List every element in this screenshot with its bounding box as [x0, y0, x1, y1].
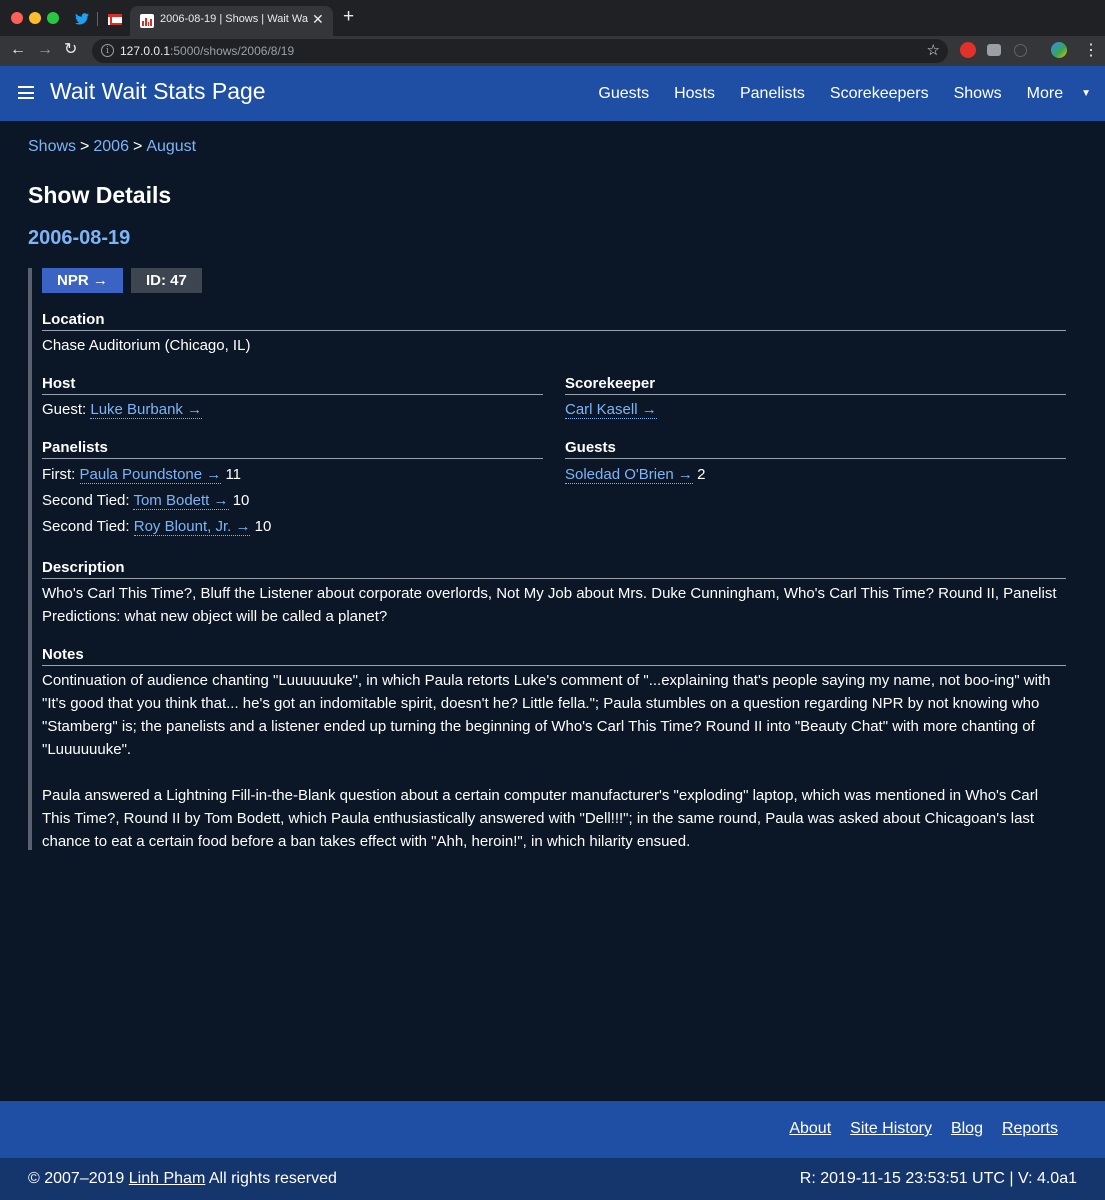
scorekeeper-section: Scorekeeper Carl Kasell →: [565, 375, 1066, 421]
description-text: Who's Carl This Time?, Bluff the Listene…: [42, 585, 1057, 625]
host-section: Host Guest: Luke Burbank →: [42, 375, 543, 421]
forward-arrow-icon[interactable]: →: [37, 39, 53, 61]
main-nav: Guests Hosts Panelists Scorekeepers Show…: [573, 66, 1091, 121]
footer-nav: About Site History Blog Reports: [0, 1101, 1105, 1158]
footer-blog-link[interactable]: Blog: [951, 1120, 983, 1138]
panelist-name-link[interactable]: Roy Blount, Jr. →: [133, 518, 251, 536]
maximize-window-button[interactable]: [47, 12, 59, 24]
panelist-row: Second Tied: Tom Bodett → 10: [42, 492, 250, 510]
site-title[interactable]: Wait Wait Stats Page: [50, 78, 266, 105]
owner-link[interactable]: Linh Pham: [129, 1170, 206, 1187]
nav-panelists[interactable]: Panelists: [740, 85, 805, 103]
info-extension-icon[interactable]: [1014, 44, 1027, 57]
guest-name-link[interactable]: Soledad O'Brien →: [565, 466, 693, 484]
browser-menu-icon[interactable]: ⋮: [1083, 40, 1099, 60]
nav-more[interactable]: More: [1027, 85, 1063, 103]
description-label: Description: [42, 559, 1066, 579]
host-value: Guest: Luke Burbank →: [42, 401, 203, 419]
address-bar[interactable]: i 127.0.0.1:5000/shows/2006/8/19 ☆: [92, 39, 948, 63]
camera-extension-icon[interactable]: [987, 44, 1001, 56]
scorekeeper-name-link[interactable]: Carl Kasell →: [565, 401, 657, 419]
site-info-icon[interactable]: i: [101, 44, 114, 57]
footer-about-link[interactable]: About: [789, 1120, 831, 1138]
panelist-row: Second Tied: Roy Blount, Jr. → 10: [42, 518, 272, 536]
breadcrumb: Shows >2006 > August: [28, 138, 196, 156]
profile-avatar[interactable]: [1051, 42, 1067, 58]
twitter-pinned-tab-icon[interactable]: [73, 10, 91, 28]
description-section: Description Who's Carl This Time?, Bluff…: [42, 559, 1066, 628]
extension-red-icon[interactable]: [960, 42, 976, 58]
close-window-button[interactable]: [11, 12, 23, 24]
breadcrumb-month[interactable]: August: [146, 138, 196, 155]
footer-site-history-link[interactable]: Site History: [850, 1120, 932, 1138]
active-tab[interactable]: 2006-08-19 | Shows | Wait Wait ✕: [130, 6, 333, 36]
notes-label: Notes: [42, 646, 1066, 666]
nav-shows[interactable]: Shows: [954, 85, 1002, 103]
back-arrow-icon[interactable]: ←: [10, 39, 26, 61]
minimize-window-button[interactable]: [29, 12, 41, 24]
site-header: Wait Wait Stats Page Guests Hosts Paneli…: [0, 66, 1105, 121]
reload-icon[interactable]: ↻: [64, 39, 77, 61]
panelists-section: Panelists First: Paula Poundstone → 11 S…: [42, 439, 543, 540]
page-title: Show Details: [28, 182, 172, 208]
panelist-name-link[interactable]: Paula Poundstone →: [79, 466, 222, 484]
scorekeeper-label: Scorekeeper: [565, 375, 1066, 395]
nav-hosts[interactable]: Hosts: [674, 85, 715, 103]
bookmark-star-icon[interactable]: ☆: [927, 41, 940, 59]
tab-title: 2006-08-19 | Shows | Wait Wait: [160, 13, 308, 25]
host-label: Host: [42, 375, 543, 395]
panelists-label: Panelists: [42, 439, 543, 459]
new-tab-button[interactable]: +: [343, 7, 354, 27]
location-value: Chase Auditorium (Chicago, IL): [42, 337, 251, 354]
show-date-link[interactable]: 2006-08-19: [28, 227, 130, 250]
show-detail-block: NPR → ID: 47 Location Chase Auditorium (…: [28, 268, 1068, 850]
hamburger-menu-icon[interactable]: [18, 86, 34, 99]
npr-link-button[interactable]: NPR →: [42, 268, 123, 293]
copyright-text: © 2007–2019 Linh Pham All rights reserve…: [28, 1170, 337, 1187]
tab-separator: [97, 12, 98, 26]
url-text[interactable]: 127.0.0.1:5000/shows/2006/8/19: [120, 44, 294, 58]
location-section: Location Chase Auditorium (Chicago, IL): [42, 311, 1066, 357]
footer-reports-link[interactable]: Reports: [1002, 1120, 1058, 1138]
location-label: Location: [42, 311, 1066, 331]
breadcrumb-year[interactable]: 2006: [93, 138, 129, 155]
show-id-badge: ID: 47: [131, 268, 202, 293]
guests-label: Guests: [565, 439, 1066, 459]
browser-toolbar: ← → ↻ i 127.0.0.1:5000/shows/2006/8/19 ☆…: [0, 36, 1105, 66]
panelist-row: First: Paula Poundstone → 11: [42, 466, 242, 484]
notes-paragraph: Paula answered a Lightning Fill-in-the-B…: [42, 787, 1039, 850]
version-text: R: 2019-11-15 23:53:51 UTC | V: 4.0a1: [799, 1170, 1077, 1187]
panelist-name-link[interactable]: Tom Bodett →: [133, 492, 229, 510]
close-tab-icon[interactable]: ✕: [312, 11, 324, 28]
breadcrumb-separator: >: [132, 138, 143, 155]
host-name-link[interactable]: Luke Burbank →: [90, 401, 203, 419]
notes-paragraph: Continuation of audience chanting "Luuuu…: [42, 672, 1051, 758]
gmail-pinned-tab-icon[interactable]: [106, 10, 124, 28]
guests-section: Guests Soledad O'Brien → 2: [565, 439, 1066, 488]
chart-favicon-icon: [140, 14, 154, 28]
guest-row: Soledad O'Brien → 2: [565, 466, 706, 484]
caret-down-icon[interactable]: ▼: [1081, 88, 1091, 99]
notes-section: Notes Continuation of audience chanting …: [42, 646, 1066, 853]
browser-tab-bar: 2006-08-19 | Shows | Wait Wait ✕ +: [0, 0, 1105, 36]
nav-guests[interactable]: Guests: [598, 85, 649, 103]
nav-scorekeepers[interactable]: Scorekeepers: [830, 85, 929, 103]
breadcrumb-separator: >: [80, 138, 90, 155]
breadcrumb-shows[interactable]: Shows: [28, 138, 76, 155]
footer-bottom: © 2007–2019 Linh Pham All rights reserve…: [0, 1158, 1105, 1200]
